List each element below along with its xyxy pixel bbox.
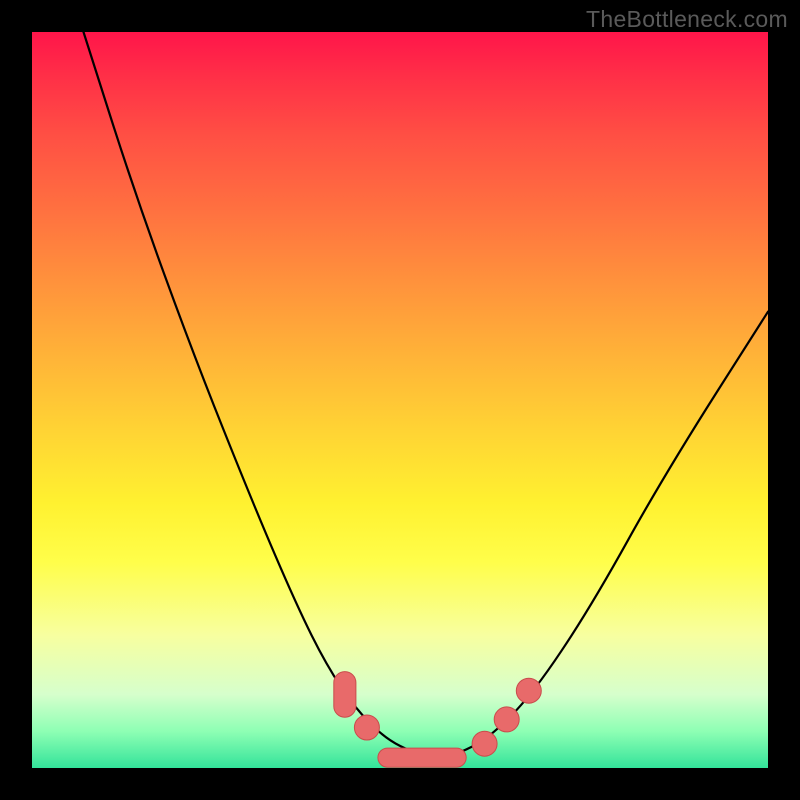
marker-dot (494, 707, 519, 732)
marker-dot (516, 678, 541, 703)
plot-area (32, 32, 768, 768)
marker-pill (334, 672, 356, 718)
marker-dot (472, 731, 497, 756)
marker-dot (354, 715, 379, 740)
watermark-text: TheBottleneck.com (586, 6, 788, 33)
chart-overlay-svg (32, 32, 768, 768)
markers-group (334, 672, 542, 768)
marker-pill (378, 748, 466, 767)
bottleneck-curve (84, 32, 769, 759)
chart-stage: TheBottleneck.com (0, 0, 800, 800)
